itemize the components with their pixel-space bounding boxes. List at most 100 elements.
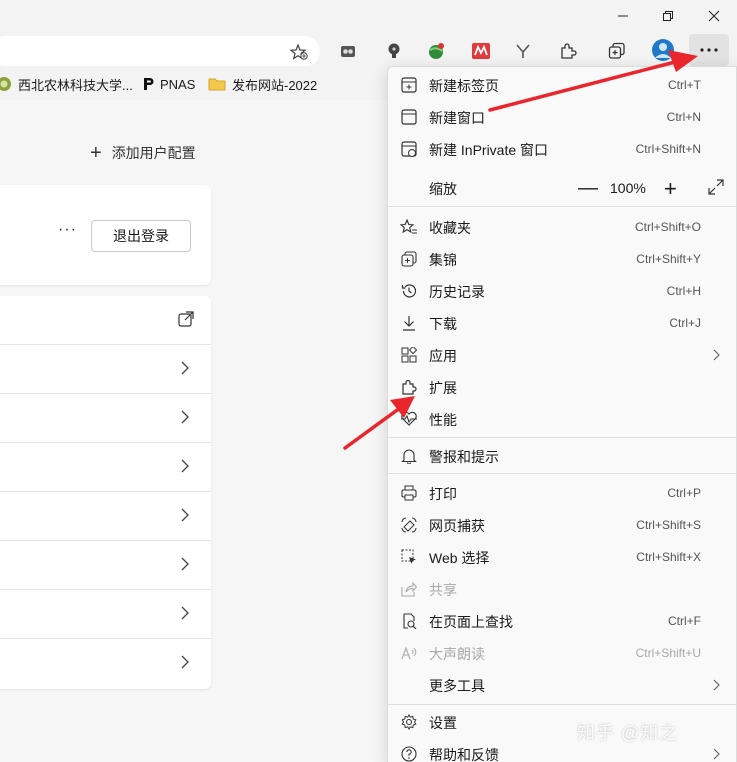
menu-item-settings[interactable]: 设置 [388,705,737,737]
apps-icon [400,346,418,364]
star-add-icon [289,43,308,60]
shortcut-label: Ctrl+Shift+Y [636,252,701,266]
history-icon [400,282,418,300]
menu-item-performance[interactable]: 性能 [388,402,737,434]
zoom-out-button[interactable]: — [578,177,598,200]
shortcut-label: Ctrl+Shift+O [634,220,701,234]
menu-item-help[interactable]: 帮助和反馈 [388,737,737,762]
extension-button-5[interactable] [512,40,534,62]
shortcut-label: Ctrl+J [669,316,701,330]
extension-button-1[interactable] [337,40,359,62]
shortcut-label: Ctrl+T [668,78,701,92]
find-in-page-icon [400,612,418,630]
menu-item-collections[interactable]: 集锦 Ctrl+Shift+Y [388,242,737,274]
list-item[interactable] [0,590,211,639]
profile-settings-list [0,296,211,689]
menu-item-label: 新建 InPrivate 窗口 [429,142,549,158]
menu-item-label: 扩展 [429,380,457,396]
list-item[interactable] [0,492,211,541]
bookmark-label: 西北农林科技大学... [18,77,133,93]
menu-item-label: 集锦 [429,252,457,268]
menu-item-zoom: 缩放 — 100% + [388,171,737,203]
bookmark-item-3[interactable]: 发布网站-2022 [208,74,317,94]
puzzle-icon [400,378,418,396]
globe-extension-icon [429,43,444,59]
avatar-icon [652,39,674,61]
menu-item-label: 历史记录 [429,284,485,300]
menu-item-new-tab[interactable]: 新建标签页 Ctrl+T [388,68,737,100]
list-item[interactable] [0,394,211,443]
add-profile-button[interactable]: + 添加用户配置 [90,143,196,163]
chevron-right-icon [181,361,189,375]
menu-separator [388,437,737,438]
address-bar[interactable] [0,36,320,66]
menu-item-downloads[interactable]: 下载 Ctrl+J [388,306,737,338]
minimize-button[interactable] [612,6,634,26]
collections-icon [400,250,418,268]
university-logo-icon [0,77,12,91]
bookmark-item-2[interactable]: PNAS [142,74,195,94]
puzzle-icon [561,43,577,59]
add-favorite-button[interactable] [289,43,309,61]
share-icon [400,580,418,598]
list-item[interactable] [0,639,211,688]
menu-item-web-capture[interactable]: 网页捕获 Ctrl+Shift+S [388,508,737,540]
download-icon [400,314,418,332]
shortcut-label: Ctrl+Shift+N [635,142,701,156]
shortcut-label: Ctrl+Shift+S [636,518,701,532]
menu-item-find-on-page[interactable]: 在页面上查找 Ctrl+F [388,604,737,636]
profile-more-button[interactable]: ··· [58,221,77,239]
list-item[interactable] [0,296,211,345]
menu-item-web-select[interactable]: Web 选择 Ctrl+Shift+X [388,540,737,572]
profile-avatar[interactable] [650,37,676,63]
menu-item-label: 收藏夹 [429,220,471,236]
red-extension-icon [472,43,490,59]
bookmark-item-1[interactable]: 西北农林科技大学... [0,74,133,94]
pnas-logo-icon [142,77,154,91]
extension-app-icon [341,46,355,57]
extension-button-3[interactable] [425,40,447,62]
menu-item-extensions[interactable]: 扩展 [388,370,737,402]
list-item[interactable] [0,443,211,492]
chevron-right-icon [713,349,720,361]
add-profile-label: 添加用户配置 [111,145,196,161]
list-item[interactable] [0,345,211,394]
inprivate-window-icon [400,140,418,158]
extension-button-4[interactable] [470,40,492,62]
profile-card: ··· 退出登录 [0,185,211,285]
collections-button[interactable] [606,40,628,62]
close-window-button[interactable] [703,6,725,26]
settings-and-more-button[interactable] [689,34,729,66]
menu-item-alerts[interactable]: 警报和提示 [388,439,737,471]
menu-item-more-tools[interactable]: 更多工具 [388,668,737,700]
list-item[interactable] [0,541,211,590]
new-tab-icon [400,76,418,94]
menu-item-label: 大声朗读 [429,646,485,662]
logout-button[interactable]: 退出登录 [91,220,191,252]
watermark: 知乎 @知之 [577,723,679,743]
menu-item-label: 更多工具 [429,678,485,694]
menu-item-apps[interactable]: 应用 [388,338,737,370]
bell-icon [400,447,418,465]
menu-item-favorites[interactable]: 收藏夹 Ctrl+Shift+O [388,210,737,242]
zoom-in-button[interactable]: + [664,176,677,202]
restore-button[interactable] [657,6,679,26]
restore-icon [663,11,673,21]
collections-icon [608,42,625,59]
menu-item-new-window[interactable]: 新建窗口 Ctrl+N [388,100,737,132]
folder-icon [208,77,226,91]
gear-icon [400,713,418,731]
shortcut-label: Ctrl+P [667,486,701,500]
shortcut-label: Ctrl+Shift+X [636,550,701,564]
printer-icon [400,484,418,502]
shortcut-label: Ctrl+Shift+U [635,646,701,660]
web-select-icon [400,548,418,566]
menu-item-history[interactable]: 历史记录 Ctrl+H [388,274,737,306]
menu-item-new-inprivate[interactable]: 新建 InPrivate 窗口 Ctrl+Shift+N [388,132,737,164]
fullscreen-button[interactable] [708,179,724,195]
extension-button-2[interactable] [383,40,405,62]
y-extension-icon [516,44,530,58]
menu-item-print[interactable]: 打印 Ctrl+P [388,476,737,508]
bookmark-label: 发布网站-2022 [232,77,318,93]
extensions-button[interactable] [557,40,579,62]
